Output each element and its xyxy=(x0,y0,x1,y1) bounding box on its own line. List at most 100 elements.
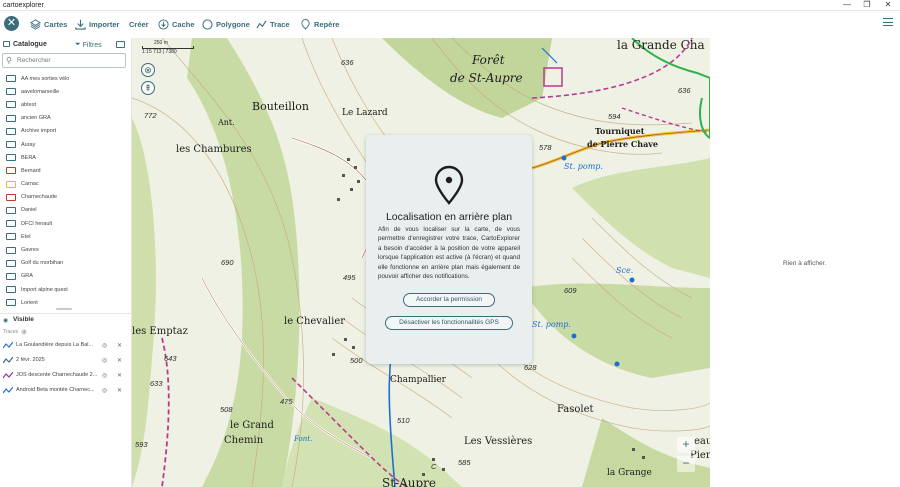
remove-trace-icon[interactable]: ✕ xyxy=(117,357,122,364)
catalogue-item-label: ancien GRA xyxy=(21,115,51,122)
catalogue-item[interactable]: DFCI herault xyxy=(0,217,132,230)
maximize-button[interactable]: ❐ xyxy=(856,0,878,11)
elevation-label: 643 xyxy=(164,354,177,363)
folder-toggle-icon[interactable] xyxy=(116,41,125,48)
disable-gps-button[interactable]: Désactiver les fonctionnalités GPS xyxy=(385,316,513,330)
trace-name: Android Beta montée Charnec... xyxy=(16,387,95,393)
elevation-label: 690 xyxy=(221,258,234,267)
catalogue-item[interactable]: Carnac xyxy=(0,178,132,191)
traces-count-badge: 4 xyxy=(21,329,28,335)
folder-icon xyxy=(6,180,16,188)
hamburger-menu-icon[interactable] xyxy=(883,18,893,27)
visibility-toggle-icon[interactable]: ◎ xyxy=(102,357,107,364)
elevation-label: 594 xyxy=(608,112,621,121)
folder-icon xyxy=(6,299,16,307)
catalogue-item[interactable]: ancien GRA xyxy=(0,112,132,125)
catalogue-item[interactable]: abtest xyxy=(0,98,132,111)
catalogue-item-label: Bernard xyxy=(21,167,41,174)
traces-label: Traces xyxy=(3,329,19,335)
elevation-label: 475 xyxy=(280,397,293,406)
map-label: St. pomp. xyxy=(564,162,603,171)
catalogue-item[interactable]: Etel xyxy=(0,230,132,243)
catalogue-item-label: Daniel xyxy=(21,207,37,214)
cache-button[interactable]: Cache xyxy=(158,17,195,31)
elevation-label: 510 xyxy=(397,416,410,425)
elevation-label: 636 xyxy=(341,58,354,67)
repere-button[interactable]: Repère xyxy=(300,17,339,31)
download-circle-icon xyxy=(158,18,169,30)
cartes-button[interactable]: Cartes xyxy=(30,17,67,31)
catalogue-item[interactable]: AA mes sorties vélo xyxy=(0,72,132,85)
empty-state-text: Rien à afficher. xyxy=(783,260,827,267)
close-circle-icon[interactable]: ⊗ xyxy=(141,63,155,77)
trace-icon xyxy=(256,20,267,28)
remove-trace-icon[interactable]: ✕ xyxy=(117,372,122,379)
elevation-label: 495 xyxy=(343,273,356,282)
details-panel: Rien à afficher. xyxy=(710,38,900,487)
creer-button[interactable]: Créer xyxy=(129,17,149,31)
search-input[interactable] xyxy=(17,55,121,66)
folder-icon xyxy=(6,259,16,267)
catalogue-item[interactable]: Golf du morbihan xyxy=(0,257,132,270)
trace-item[interactable]: JOS descente Charnechaude 2... ◎ ✕ xyxy=(3,369,129,381)
catalogue-item-label: Gavres xyxy=(21,247,39,254)
map-label: la Grange xyxy=(607,468,652,478)
elevation-label: 578 xyxy=(539,143,552,152)
map-label: Les Vessières xyxy=(464,436,533,447)
catalogue-item[interactable]: BERA xyxy=(0,151,132,164)
grant-permission-button[interactable]: Accorder la permission xyxy=(403,293,495,307)
remove-trace-icon[interactable]: ✕ xyxy=(117,342,122,349)
background-location-dialog: Localisation en arrière plan Afin de vou… xyxy=(366,135,532,364)
elevation-label: 500 xyxy=(350,356,363,365)
map-label: Tourniquet xyxy=(595,126,645,136)
minimize-button[interactable]: — xyxy=(836,0,858,11)
close-window-button[interactable]: ✕ xyxy=(877,0,899,11)
visibility-toggle-icon[interactable]: ◎ xyxy=(102,387,107,394)
compass-icon[interactable]: ⇞ xyxy=(141,81,155,95)
eye-icon: ◉ xyxy=(3,318,9,324)
map-label: St. pomp. xyxy=(532,320,571,329)
folder-icon xyxy=(6,193,16,201)
trace-name: 2 févr. 2025 xyxy=(16,357,45,363)
remove-trace-icon[interactable]: ✕ xyxy=(117,387,122,394)
trace-item[interactable]: Android Beta montée Charnec... ◎ ✕ xyxy=(3,384,129,396)
catalogue-item-label: Carnac xyxy=(21,181,39,188)
visibility-toggle-icon[interactable]: ◎ xyxy=(102,342,107,349)
trace-line-icon xyxy=(3,356,13,363)
polygon-icon xyxy=(202,18,213,30)
catalogue-item[interactable]: Import alpine quest xyxy=(0,283,132,296)
polygone-button[interactable]: Polygone xyxy=(202,17,250,31)
zoom-in-button[interactable]: + xyxy=(677,437,695,453)
folder-icon xyxy=(6,101,16,109)
folder-icon xyxy=(6,206,16,214)
catalogue-scrollbar[interactable] xyxy=(56,308,72,310)
trace-name: La Goulandière depuis La Bal... xyxy=(16,342,94,348)
close-panel-button[interactable]: ✕ xyxy=(4,16,19,31)
catalogue-item[interactable]: aavelomarseille xyxy=(0,85,132,98)
dialog-title: Localisation en arrière plan xyxy=(385,211,513,223)
map-label: Forêt xyxy=(472,53,505,67)
importer-button[interactable]: Importer xyxy=(75,17,119,31)
visibility-toggle-icon[interactable]: ◎ xyxy=(102,372,107,379)
trace-button[interactable]: Trace xyxy=(256,17,290,31)
elevation-label: 593 xyxy=(135,440,148,449)
catalogue-item[interactable]: Gavres xyxy=(0,243,132,256)
catalogue-item[interactable]: Charnechaude xyxy=(0,191,132,204)
zoom-out-button[interactable]: − xyxy=(677,456,695,472)
catalogue-item[interactable]: Daniel xyxy=(0,204,132,217)
visible-header: ◉ Visible xyxy=(0,313,132,325)
catalogue-item[interactable]: Auray xyxy=(0,138,132,151)
map-label: Le Lazard xyxy=(342,108,388,118)
trace-item[interactable]: La Goulandière depuis La Bal... ◎ ✕ xyxy=(3,339,129,351)
catalogue-item[interactable]: Archive import xyxy=(0,125,132,138)
catalogue-item-label: DFCI herault xyxy=(21,220,53,227)
catalogue-item[interactable]: Bernard xyxy=(0,164,132,177)
trace-line-icon xyxy=(3,386,13,393)
cache-label: Cache xyxy=(172,19,195,29)
trace-item[interactable]: 2 févr. 2025 ◎ ✕ xyxy=(3,354,129,366)
scale-ratio: 1:15 713 | 7380 xyxy=(142,49,177,55)
filters-button[interactable]: ⏷ Filtres xyxy=(75,41,102,49)
elevation-label: 585 xyxy=(458,458,471,467)
catalogue-item[interactable]: GRA xyxy=(0,270,132,283)
catalogue-sidebar: Catalogue ⏷ Filtres ⚲ AA mes sorties vél… xyxy=(0,38,132,487)
